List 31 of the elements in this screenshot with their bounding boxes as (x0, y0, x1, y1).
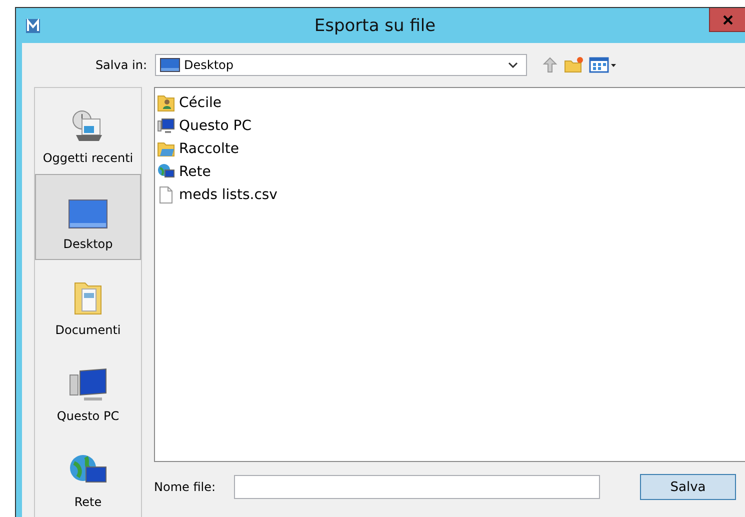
new-folder-icon[interactable] (564, 56, 584, 74)
file-name[interactable]: Cécile (179, 94, 222, 110)
file-name-label: Nome file: (154, 480, 217, 494)
globe-monitor-icon (157, 162, 175, 180)
close-icon (722, 14, 732, 24)
close-button[interactable] (709, 8, 745, 32)
app-logo-icon (25, 18, 41, 34)
monitor-icon (68, 199, 108, 231)
places-item[interactable]: Documenti (35, 260, 141, 346)
computer-icon (68, 367, 108, 403)
file-name[interactable]: Questo PC (179, 118, 252, 134)
places-item[interactable]: Desktop (35, 174, 141, 260)
monitor-icon (160, 58, 180, 72)
file-name[interactable]: Rete (179, 164, 211, 180)
places-item[interactable]: Oggetti recenti (35, 88, 141, 174)
location-dropdown[interactable]: Desktop (155, 54, 527, 76)
file-name[interactable]: Raccolte (179, 140, 239, 156)
document-icon (157, 186, 175, 204)
folder-icon (157, 140, 175, 158)
chevron-down-icon (508, 62, 518, 68)
window-title: Esporta su file (313, 16, 437, 36)
save-button[interactable]: Salva (640, 474, 736, 500)
save-in-label: Salva in: (94, 58, 147, 72)
file-name-field[interactable] (234, 475, 600, 499)
folder-person-icon (157, 94, 175, 112)
places-item[interactable]: Questo PC (35, 346, 141, 432)
computer-icon (157, 116, 175, 134)
places-item[interactable]: Rete (35, 432, 141, 517)
file-name[interactable]: meds lists.csv (179, 186, 278, 202)
view-menu-icon[interactable] (589, 56, 617, 74)
up-arrow-icon[interactable] (541, 56, 559, 74)
